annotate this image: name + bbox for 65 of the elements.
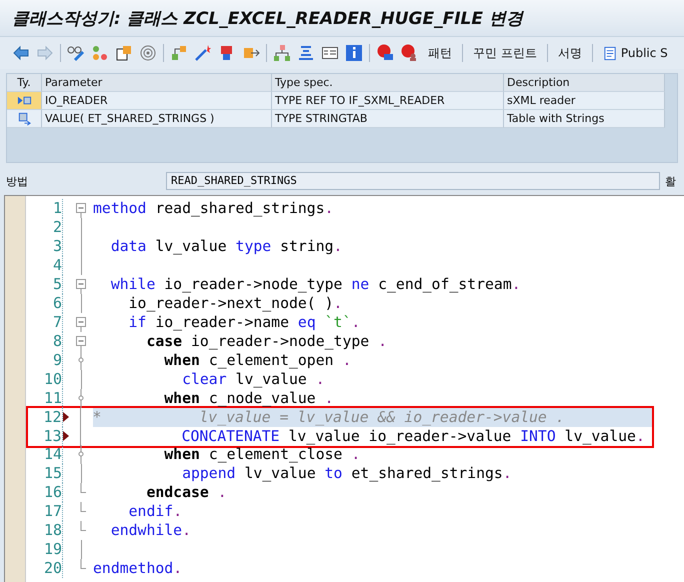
row-selector[interactable] (7, 110, 42, 128)
toolbar-button[interactable]: 패턴 (424, 42, 456, 64)
line-number: 6 (26, 294, 63, 313)
code-line: if io_reader->name eq `t`. (128, 313, 362, 332)
glasses-pencil-icon[interactable] (67, 44, 85, 62)
code-line: endmethod. (93, 559, 184, 578)
line-number: 5 (26, 275, 63, 294)
toolbar-button[interactable]: Public S (598, 44, 672, 62)
table-cell: IO_READER (42, 92, 272, 110)
row-selector[interactable] (7, 92, 42, 110)
code-line: when c_element_open . (163, 351, 352, 370)
line-number: 17 (26, 502, 63, 521)
code-line: when c_element_close . (163, 445, 362, 464)
code-line: io_reader->next_node( ). (128, 294, 344, 313)
line-number: 15 (26, 464, 63, 483)
code-line: CONCATENATE lv_value io_reader->value INTO lv_value. (180, 426, 646, 446)
line-number: 1 (26, 199, 63, 218)
line-number: 10 (26, 370, 63, 389)
line-number: 19 (26, 540, 63, 559)
code-line: clear lv_value . (181, 370, 326, 389)
line-number: 20 (26, 559, 63, 578)
info-icon[interactable] (345, 44, 363, 62)
code-line: data lv_value type string. (110, 237, 344, 256)
table-cell: Table with Strings (504, 110, 665, 128)
stack-icon[interactable] (297, 44, 315, 62)
back-arrow-icon[interactable] (12, 44, 30, 62)
window-title: 클래스작성기: 클래스 ZCL_EXCEL_READER_HUGE_FILE 변경 (12, 8, 523, 30)
line-number: 11 (26, 389, 63, 408)
code-line: endcase . (145, 483, 228, 502)
toolbar-button[interactable]: 꾸민 프린트 (469, 42, 541, 64)
tree-icon[interactable] (273, 44, 291, 62)
wand-icon[interactable] (194, 44, 212, 62)
line-number: 3 (26, 237, 63, 256)
table-cell: TYPE REF TO IF_SXML_READER (272, 92, 504, 110)
method-name-field[interactable]: READ_SHARED_STRINGS (166, 172, 660, 190)
line-number: 16 (26, 483, 63, 502)
code-line: while io_reader->node_type ne c_end_of_stream. (110, 275, 522, 294)
code-line: endwhile. (110, 521, 192, 540)
column-header: Type spec. (272, 74, 504, 92)
code-line: append lv_value to et_shared_strings. (181, 464, 513, 483)
hierarchy-icon[interactable] (170, 44, 188, 62)
table-cell: TYPE STRINGTAB (272, 110, 504, 128)
line-number: 18 (26, 521, 63, 540)
line-number: 4 (26, 256, 63, 275)
table-cell: sXML reader (504, 92, 665, 110)
table-cell: VALUE( ET_SHARED_STRINGS ) (42, 110, 272, 128)
line-number: 8 (26, 332, 63, 351)
code-line: case io_reader->node_type . (145, 332, 388, 351)
column-header: Ty. (7, 74, 42, 92)
column-header: Parameter (42, 74, 272, 92)
toolbar-button[interactable]: 서명 (554, 42, 586, 64)
field-label: 활 (664, 174, 676, 188)
line-number: 7 (26, 313, 63, 332)
code-line: method read_shared_strings. (93, 199, 335, 218)
document-icon (602, 46, 618, 60)
list-icon[interactable] (321, 44, 339, 62)
method-label: 방법 (5, 174, 29, 188)
line-number: 2 (26, 218, 63, 237)
objects-icon[interactable] (91, 44, 109, 62)
returning-icon (16, 111, 32, 126)
code-line: when c_node_value . (163, 389, 335, 408)
code-line: endif. (128, 502, 184, 521)
column-header: Description (504, 74, 665, 92)
line-number: 14 (26, 445, 63, 464)
line-number: 9 (26, 351, 63, 370)
